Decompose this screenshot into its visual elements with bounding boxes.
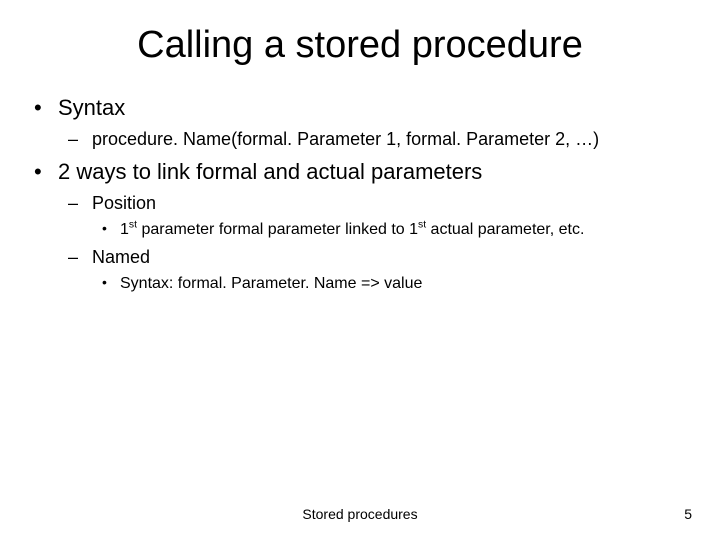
- bullet-list-lvl3: 1st parameter formal parameter linked to…: [92, 219, 692, 241]
- bullet-list-lvl3: Syntax: formal. Parameter. Name => value: [92, 273, 692, 295]
- bullet-position: Position 1st parameter formal parameter …: [58, 191, 692, 241]
- footer-title: Stored procedures: [0, 506, 720, 522]
- text-part: 1: [120, 221, 129, 238]
- bullet-syntax-detail: procedure. Name(formal. Parameter 1, for…: [58, 127, 692, 151]
- bullet-text: Named: [92, 247, 150, 267]
- bullet-list-lvl2: procedure. Name(formal. Parameter 1, for…: [58, 127, 692, 151]
- ordinal-suffix: st: [129, 220, 137, 231]
- slide: Calling a stored procedure Syntax proced…: [0, 0, 720, 540]
- bullet-list-lvl1: Syntax procedure. Name(formal. Parameter…: [28, 93, 692, 294]
- bullet-text: Position: [92, 193, 156, 213]
- page-number: 5: [684, 506, 692, 522]
- bullet-text: procedure. Name(formal. Parameter 1, for…: [92, 129, 599, 149]
- bullet-text: Syntax: formal. Parameter. Name => value: [120, 275, 422, 292]
- bullet-named-detail: Syntax: formal. Parameter. Name => value: [92, 273, 692, 295]
- slide-body: Syntax procedure. Name(formal. Parameter…: [0, 75, 720, 294]
- bullet-syntax: Syntax procedure. Name(formal. Parameter…: [28, 93, 692, 151]
- bullet-named: Named Syntax: formal. Parameter. Name =>…: [58, 245, 692, 295]
- slide-title: Calling a stored procedure: [0, 0, 720, 75]
- bullet-text: Syntax: [58, 95, 125, 120]
- bullet-position-detail: 1st parameter formal parameter linked to…: [92, 219, 692, 241]
- bullet-two-ways: 2 ways to link formal and actual paramet…: [28, 157, 692, 294]
- bullet-list-lvl2: Position 1st parameter formal parameter …: [58, 191, 692, 295]
- bullet-text: 2 ways to link formal and actual paramet…: [58, 159, 482, 184]
- text-part: parameter formal parameter linked to 1: [137, 221, 418, 238]
- ordinal-suffix: st: [418, 220, 426, 231]
- text-part: actual parameter, etc.: [426, 221, 584, 238]
